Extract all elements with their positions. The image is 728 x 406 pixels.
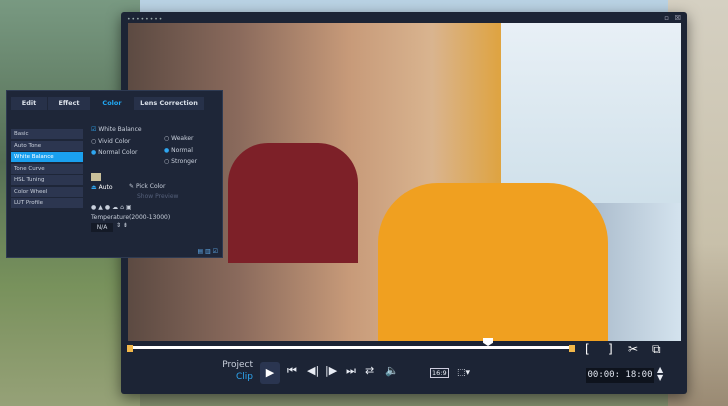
- restore-icon[interactable]: ▫: [664, 14, 669, 22]
- temperature-stepper[interactable]: ⇕ ⇟: [116, 222, 128, 229]
- weaker-radio[interactable]: ○ Weaker: [164, 135, 194, 142]
- go-end-icon[interactable]: ⏭: [346, 364, 356, 378]
- repeat-icon[interactable]: ⇄: [365, 364, 374, 377]
- step-back-icon[interactable]: ◀|: [307, 364, 319, 377]
- menu-white-balance[interactable]: White Balance: [11, 152, 83, 162]
- temperature-input[interactable]: N/A: [91, 223, 113, 232]
- play-button[interactable]: ▶: [260, 362, 280, 384]
- clip-mode[interactable]: Clip: [236, 372, 253, 382]
- tab-color[interactable]: Color: [91, 97, 133, 110]
- tab-edit[interactable]: Edit: [11, 97, 47, 110]
- drag-grip-icon[interactable]: ••••••••: [127, 16, 163, 23]
- menu-lut-profile[interactable]: LUT Profile: [11, 198, 83, 208]
- white-balance-checkbox[interactable]: ☑ White Balance: [91, 126, 142, 133]
- mark-in-button[interactable]: [: [585, 342, 590, 356]
- panel-footer-icons[interactable]: ▤ ▥ ☑: [197, 248, 218, 255]
- timecode-display[interactable]: 00:00: 18:00: [586, 368, 654, 383]
- vivid-color-radio[interactable]: ○ Vivid Color: [91, 138, 130, 145]
- timecode-stepper[interactable]: ▲ ▼: [657, 366, 663, 382]
- show-preview-checkbox[interactable]: Show Preview: [137, 193, 178, 200]
- mark-out-button[interactable]: ]: [608, 342, 613, 356]
- menu-tone-curve[interactable]: Tone Curve: [11, 163, 83, 174]
- timeline-scrubber[interactable]: [127, 345, 575, 352]
- auto-button[interactable]: ⏏ Auto: [91, 184, 113, 191]
- step-forward-icon[interactable]: |▶: [325, 364, 337, 377]
- go-start-icon[interactable]: ⏮: [287, 364, 297, 378]
- temperature-label: Temperature(2000-13000): [91, 214, 171, 221]
- menu-auto-tone[interactable]: Auto Tone: [11, 140, 83, 151]
- tab-effect[interactable]: Effect: [48, 97, 90, 110]
- scissors-icon[interactable]: ✂: [628, 342, 638, 356]
- color-swatch[interactable]: [91, 173, 101, 181]
- menu-color-wheel[interactable]: Color Wheel: [11, 186, 83, 197]
- light-preset-icons[interactable]: ●▲●☁⌂▣: [91, 204, 134, 211]
- snapshot-icon[interactable]: ⧉: [652, 342, 661, 357]
- aspect-ratio-button[interactable]: 16:9: [430, 368, 449, 378]
- menu-hsl-tuning[interactable]: HSL Tuning: [11, 175, 83, 185]
- display-mode-icon[interactable]: ⬚▾: [457, 368, 470, 378]
- menu-basic[interactable]: Basic: [11, 129, 83, 139]
- volume-icon[interactable]: 🔈: [385, 364, 399, 377]
- tab-lens-correction[interactable]: Lens Correction: [134, 97, 204, 110]
- stronger-radio[interactable]: ○ Stronger: [164, 158, 197, 165]
- project-mode[interactable]: Project: [222, 360, 253, 370]
- pick-color-button[interactable]: ✎ Pick Color: [129, 183, 165, 190]
- color-panel: Edit Effect Color Lens Correction Basic …: [6, 90, 223, 258]
- close-icon[interactable]: ☒: [675, 14, 681, 22]
- normal-color-radio[interactable]: ● Normal Color: [91, 149, 137, 156]
- playhead-marker[interactable]: [483, 338, 494, 346]
- normal-radio[interactable]: ● Normal: [164, 147, 193, 154]
